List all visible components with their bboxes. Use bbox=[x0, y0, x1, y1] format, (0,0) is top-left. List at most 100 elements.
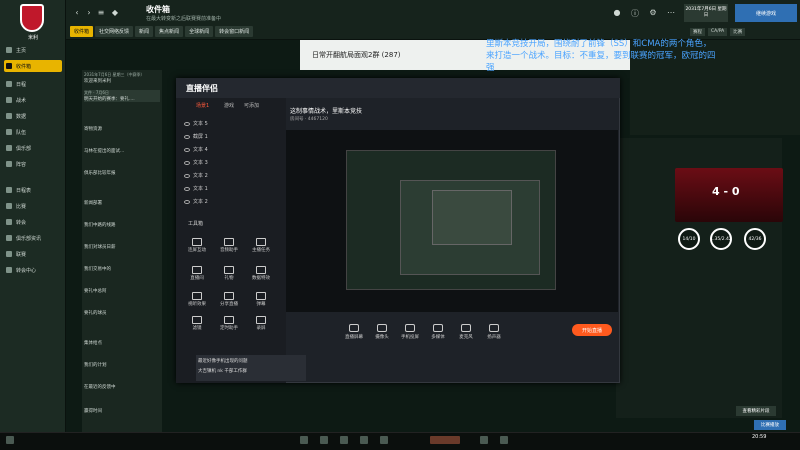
tab-global-news[interactable]: 全球新闻 bbox=[185, 26, 214, 37]
app-icon[interactable] bbox=[360, 436, 368, 444]
tool-item[interactable]: 礼物 bbox=[218, 266, 240, 281]
list-item[interactable]: 新闻部署 bbox=[84, 200, 160, 206]
source-item[interactable]: 截屏 1 bbox=[184, 133, 208, 140]
eye-icon[interactable] bbox=[184, 121, 190, 126]
tool-item[interactable]: 分享直播 bbox=[218, 292, 240, 307]
source-item[interactable]: 文本 2 bbox=[184, 198, 208, 205]
list-item[interactable]: 我们中路的线路 bbox=[84, 222, 160, 228]
tab-inbox[interactable]: 收件箱 bbox=[70, 26, 94, 37]
tool-item[interactable]: 定时助手 bbox=[218, 316, 240, 331]
tool-icon bbox=[224, 266, 234, 274]
club-badge-icon[interactable]: ◆ bbox=[110, 8, 120, 18]
list-item[interactable]: 俱乐部比较年报 bbox=[84, 170, 160, 176]
media-button[interactable]: 多媒体 bbox=[426, 324, 450, 340]
tab-focus-news[interactable]: 焦点新闻 bbox=[155, 26, 184, 37]
list-item[interactable]: 我们的计划 bbox=[84, 362, 160, 368]
list-item[interactable]: 在最近的反馈中 bbox=[84, 384, 160, 390]
location-icon[interactable]: ● bbox=[612, 8, 622, 18]
forward-icon[interactable]: › bbox=[84, 8, 94, 18]
list-item[interactable]: 2031年7月6日 星期三（中赛季） 欢迎来到米利 bbox=[84, 72, 160, 84]
sidebar-item-match[interactable]: 比赛 bbox=[4, 200, 62, 212]
tab-fixtures[interactable]: 赛程 bbox=[690, 28, 705, 36]
match-score: 4 - 0 bbox=[712, 185, 740, 198]
more-icon[interactable]: ⋯ bbox=[666, 8, 676, 18]
tab-game[interactable]: 游戏 bbox=[224, 102, 234, 109]
speaker-button[interactable]: 扬声器 bbox=[482, 324, 506, 340]
info-icon[interactable]: ⓘ bbox=[630, 8, 640, 18]
sidebar-item-fixtures[interactable]: 日程表 bbox=[4, 184, 62, 196]
highlights-button[interactable]: 查看精彩片段 bbox=[736, 406, 776, 416]
tool-item[interactable]: 滤镜 bbox=[186, 316, 208, 331]
match-play-button[interactable]: 比赛播放 bbox=[754, 420, 786, 430]
eye-icon[interactable] bbox=[184, 173, 190, 178]
club-logo-icon[interactable] bbox=[20, 4, 44, 32]
screen-capture-button[interactable]: 直播屏幕 bbox=[342, 324, 366, 340]
source-item[interactable]: 文本 2 bbox=[184, 172, 208, 179]
phone-cast-button[interactable]: 手机投屏 bbox=[398, 324, 422, 340]
eye-icon[interactable] bbox=[184, 160, 190, 165]
sidebar-item-club-info[interactable]: 俱乐部资讯 bbox=[4, 232, 62, 244]
menu-icon[interactable]: ≡ bbox=[96, 8, 106, 18]
tool-item[interactable]: 录屏 bbox=[250, 316, 272, 331]
sidebar-item-league[interactable]: 联赛 bbox=[4, 248, 62, 260]
list-item[interactable]: 集体给点 bbox=[84, 340, 160, 346]
list-item[interactable]: 马林在提出的面试... bbox=[84, 148, 160, 154]
camera-button[interactable]: 摄像头 bbox=[370, 324, 394, 340]
sidebar-item-data[interactable]: 数据 bbox=[4, 110, 62, 122]
continue-button[interactable]: 继续游戏 bbox=[735, 4, 797, 22]
list-item[interactable]: 要礼的球员 bbox=[84, 310, 160, 316]
app-icon[interactable] bbox=[320, 436, 328, 444]
tool-item[interactable]: 音频助手 bbox=[218, 238, 240, 253]
sidebar-item-home[interactable]: 主页 bbox=[4, 44, 62, 56]
sidebar-item-lineup[interactable]: 阵容 bbox=[4, 158, 62, 170]
eye-icon[interactable] bbox=[184, 186, 190, 191]
back-icon[interactable]: ‹ bbox=[72, 8, 82, 18]
tab-capa[interactable]: CA/PA bbox=[708, 28, 728, 36]
list-item[interactable]: 寄物资源 bbox=[84, 126, 160, 132]
sidebar-item-squad[interactable]: 队伍 bbox=[4, 126, 62, 138]
list-item[interactable]: 赢得时间 bbox=[84, 408, 160, 414]
eye-icon[interactable] bbox=[184, 147, 190, 152]
tool-icon bbox=[192, 316, 202, 324]
app-icon[interactable] bbox=[380, 436, 388, 444]
eye-icon[interactable] bbox=[184, 199, 190, 204]
start-icon[interactable] bbox=[6, 436, 14, 444]
transfer-icon bbox=[6, 219, 12, 225]
tab-addable[interactable]: 可添加 bbox=[244, 102, 259, 109]
list-item[interactable]: 我们对球员日薪 bbox=[84, 244, 160, 250]
sidebar-item-club[interactable]: 俱乐部 bbox=[4, 142, 62, 154]
settings-icon[interactable]: ⚙ bbox=[648, 8, 658, 18]
right-header-tabs: 赛程 CA/PA 比赛 bbox=[690, 28, 746, 36]
list-item[interactable]: 要礼中总阿 bbox=[84, 288, 160, 294]
list-item[interactable]: 我们交易中的 bbox=[84, 266, 160, 272]
source-item[interactable]: 文本 5 bbox=[184, 120, 208, 127]
app-icon[interactable] bbox=[480, 436, 488, 444]
tool-item[interactable]: 直播间 bbox=[186, 266, 208, 281]
mic-button[interactable]: 麦克风 bbox=[454, 324, 478, 340]
sidebar-item-schedule[interactable]: 日程 bbox=[4, 78, 62, 90]
app-icon[interactable] bbox=[340, 436, 348, 444]
tab-transfer-news[interactable]: 转会窗口新闻 bbox=[215, 26, 254, 37]
app-icon[interactable] bbox=[500, 436, 508, 444]
go-live-button[interactable]: 开始直播 bbox=[572, 324, 612, 336]
app-icon[interactable] bbox=[300, 436, 308, 444]
sidebar-item-transfer-center[interactable]: 转会中心 bbox=[4, 264, 62, 276]
source-item[interactable]: 文本 4 bbox=[184, 146, 208, 153]
tool-item[interactable]: 视听效果 bbox=[186, 292, 208, 307]
source-item[interactable]: 文本 3 bbox=[184, 159, 208, 166]
sidebar-item-transfers[interactable]: 转会 bbox=[4, 216, 62, 228]
tab-scene-1[interactable]: 场景1 bbox=[196, 102, 209, 109]
tab-social[interactable]: 社交网络反馈 bbox=[95, 26, 134, 37]
tab-matches[interactable]: 比赛 bbox=[730, 28, 746, 36]
tool-item[interactable]: 主播任务 bbox=[250, 238, 272, 253]
tool-item[interactable]: 数据特效 bbox=[250, 266, 272, 281]
tab-news[interactable]: 新闻 bbox=[135, 26, 154, 37]
active-app-icon[interactable] bbox=[430, 436, 460, 444]
tool-item[interactable]: 弹幕 bbox=[250, 292, 272, 307]
sidebar-item-tactics[interactable]: 战术 bbox=[4, 94, 62, 106]
source-item[interactable]: 文本 1 bbox=[184, 185, 208, 192]
list-item[interactable]: 文件 · 7月6日 明天开始的赛季：要礼.... bbox=[84, 90, 160, 102]
eye-icon[interactable] bbox=[184, 134, 190, 139]
sidebar-item-inbox[interactable]: 收件箱 bbox=[4, 60, 62, 72]
tool-item[interactable]: 连屏互动 bbox=[186, 238, 208, 253]
